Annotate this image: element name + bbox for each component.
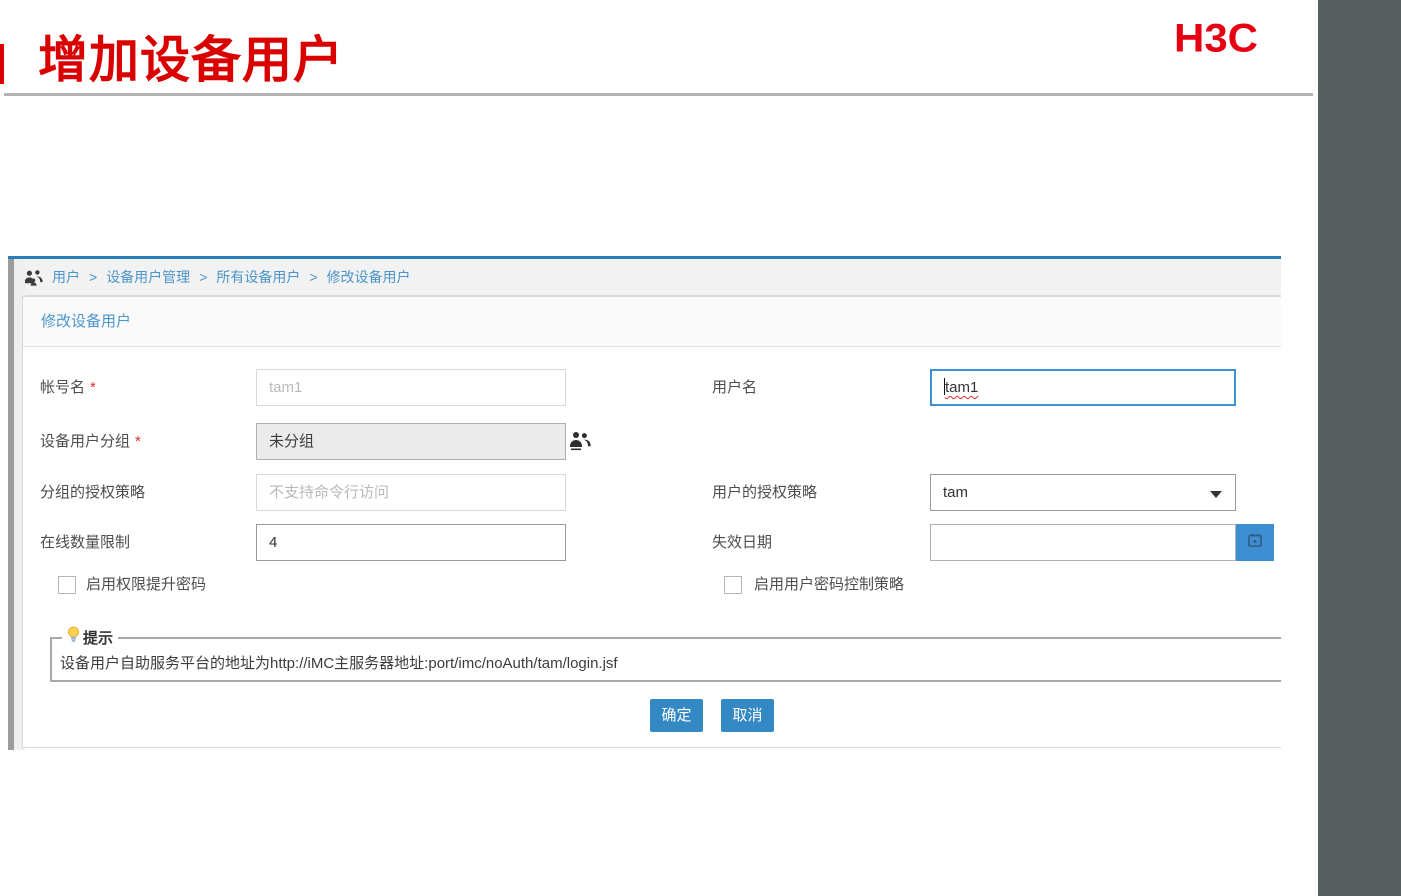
device-user-group-input[interactable]: 未分组	[256, 423, 566, 460]
breadcrumb: 用户 > 设备用户管理 > 所有设备用户 > 修改设备用户	[8, 259, 1281, 296]
users-group-icon	[24, 269, 43, 286]
device-user-group-label: 设备用户分组 *	[40, 433, 141, 450]
left-edge-red-mark	[0, 44, 4, 84]
h3c-logo: H3C	[1173, 15, 1259, 60]
account-name-input[interactable]: tam1	[256, 369, 566, 406]
group-picker-icon[interactable]	[568, 430, 591, 457]
group-auth-policy-input[interactable]: 不支持命令行访问	[256, 474, 566, 511]
page-title: 增加设备用户	[38, 32, 344, 88]
ok-button[interactable]: 确定	[650, 699, 703, 732]
enable-password-policy-label: 启用用户密码控制策略	[754, 576, 905, 593]
calendar-icon	[1248, 533, 1262, 552]
enable-priv-password-checkbox[interactable]	[58, 576, 76, 594]
caret-down-icon	[1210, 491, 1222, 498]
expire-date-label: 失效日期	[712, 534, 773, 551]
breadcrumb-separator: >	[199, 269, 208, 285]
tip-text: 设备用户自助服务平台的地址为http://iMC主服务器地址:port/imc/…	[60, 655, 618, 672]
online-limit-label: 在线数量限制	[40, 534, 131, 551]
breadcrumb-item-all-device-users[interactable]: 所有设备用户	[216, 267, 300, 287]
lightbulb-icon	[67, 626, 80, 648]
breadcrumb-separator: >	[89, 269, 98, 285]
enable-password-policy-checkbox[interactable]	[724, 576, 742, 594]
slide: 增加设备用户 H3C 用户 > 设备用户管理 > 所有设备用户 > 修改设备用户…	[0, 0, 1401, 896]
title-divider	[4, 93, 1313, 96]
cancel-button[interactable]: 取消	[721, 699, 774, 732]
calendar-button[interactable]	[1236, 524, 1274, 561]
user-auth-policy-dropdown[interactable]: tam	[930, 474, 1236, 511]
left-scrollbar-thumb[interactable]	[8, 259, 14, 750]
user-auth-policy-label: 用户的授权策略	[712, 484, 818, 501]
tip-legend: 提示	[62, 626, 119, 648]
account-name-label: 帐号名 *	[40, 379, 96, 396]
username-input[interactable]: tam1	[930, 369, 1236, 406]
required-mark: *	[135, 433, 141, 450]
breadcrumb-item-current: 修改设备用户	[326, 269, 411, 285]
enable-priv-password-label: 启用权限提升密码	[86, 576, 207, 593]
expire-date-input[interactable]	[930, 524, 1236, 561]
group-auth-policy-label: 分组的授权策略	[40, 484, 146, 501]
online-limit-input[interactable]: 4	[256, 524, 566, 561]
breadcrumb-item-device-user-mgmt[interactable]: 设备用户管理	[106, 267, 190, 287]
panel-title: 修改设备用户	[23, 297, 1281, 347]
slide-right-sidebar	[1318, 0, 1401, 896]
username-label: 用户名	[712, 379, 758, 396]
required-mark: *	[90, 379, 96, 396]
breadcrumb-item-users[interactable]: 用户	[52, 267, 80, 287]
breadcrumb-separator: >	[309, 269, 318, 285]
